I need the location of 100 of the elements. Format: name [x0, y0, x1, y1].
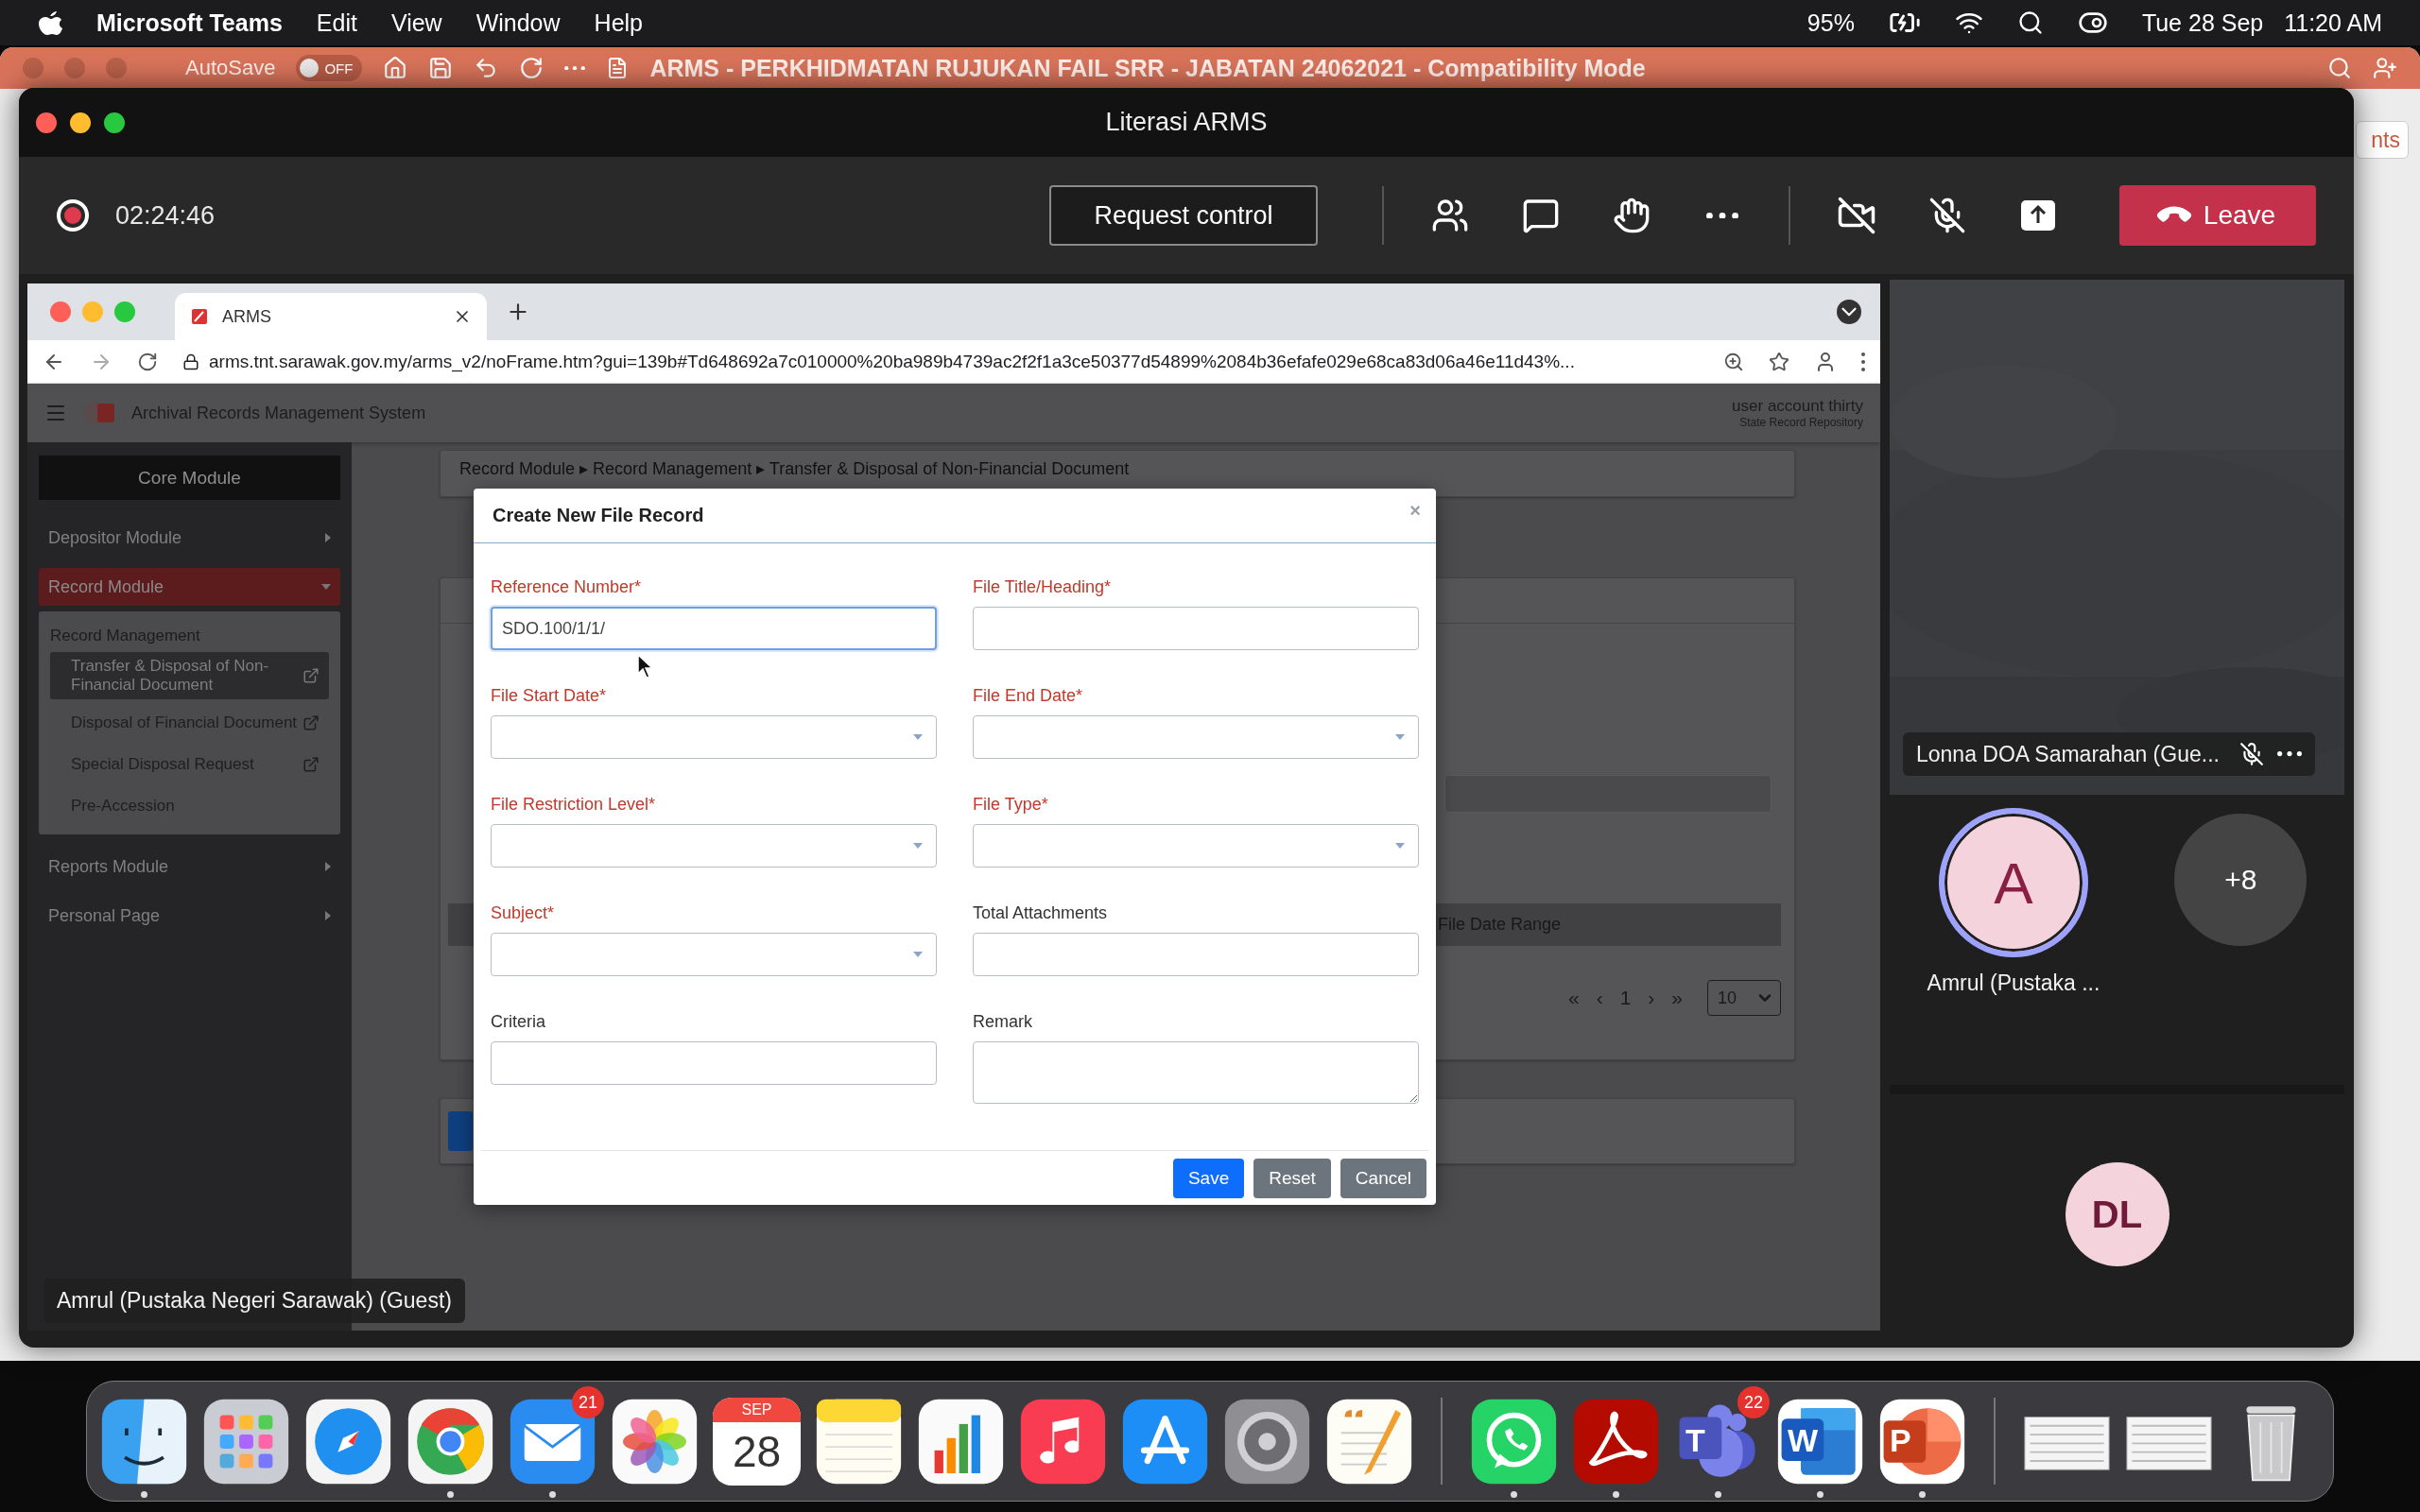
dropdown-field[interactable] [491, 933, 937, 976]
face-icon[interactable] [100, 1397, 188, 1486]
close-button[interactable] [36, 112, 57, 133]
calendar-icon[interactable]: SEP 28 [713, 1397, 801, 1486]
sidebar-item[interactable]: Personal Page [39, 891, 340, 940]
bar-chart-icon[interactable] [917, 1397, 1005, 1486]
caret-icon [913, 734, 923, 740]
home-icon [383, 56, 408, 80]
menu-time: 11:20 AM [2284, 9, 2382, 37]
menu-item[interactable]: Window [475, 9, 561, 37]
close-button[interactable]: × [1406, 500, 1425, 522]
field-label: File Type* [973, 795, 1049, 815]
minimize-button[interactable] [70, 112, 91, 133]
compass-icon[interactable] [304, 1397, 392, 1486]
bookmark-icon [1769, 351, 1789, 372]
flower-icon[interactable] [611, 1397, 699, 1486]
sidebar-item[interactable]: Record Module [39, 568, 340, 606]
field-label: Reference Number* [491, 577, 643, 597]
music-note-icon[interactable] [1019, 1397, 1107, 1486]
participant-name: Amrul (Pustaka ... [1927, 971, 2100, 996]
request-control-button[interactable]: Request control [1049, 185, 1318, 246]
calendar-day: 28 [732, 1425, 782, 1477]
leave-button[interactable]: Leave [2119, 185, 2316, 246]
browser-icon[interactable] [406, 1397, 494, 1486]
sidebar-item[interactable]: Reports Module [39, 842, 340, 891]
pdf-icon[interactable] [1572, 1397, 1660, 1486]
cancel-button[interactable]: Cancel [1340, 1158, 1426, 1198]
zoom-button[interactable] [104, 112, 125, 133]
field-label: File Title/Heading* [973, 577, 1113, 597]
document-icon[interactable]: W [1776, 1397, 1864, 1486]
textarea-field[interactable] [973, 1041, 1419, 1104]
participant-name: Lonna DOA Samarahan (Gue... [1916, 741, 2221, 767]
autosave-toggle[interactable]: OFF [296, 55, 363, 81]
lock-icon [182, 352, 199, 370]
participant-avatar[interactable]: DL [2065, 1162, 2169, 1266]
field-label: Remark [973, 1012, 1033, 1032]
chat-phone-icon[interactable] [1470, 1397, 1558, 1486]
text-field[interactable] [973, 607, 1419, 650]
caret-icon [913, 843, 923, 849]
battery-percent: 95% [1806, 9, 1855, 37]
more-participants[interactable]: +8 [2174, 814, 2308, 946]
app-menu[interactable]: Microsoft Teams [96, 9, 283, 37]
caret-icon [1395, 843, 1405, 849]
notification-badge: 21 [572, 1386, 604, 1418]
notepad-icon[interactable] [815, 1397, 903, 1486]
envelope-icon[interactable] [509, 1397, 596, 1486]
field-label: Criteria [491, 1012, 546, 1032]
more-icon[interactable] [2277, 751, 2302, 757]
menu-item[interactable]: Help [594, 9, 643, 37]
calendar-month: SEP [713, 1397, 801, 1422]
dropdown-field[interactable] [491, 715, 937, 759]
tab-search-icon [1837, 300, 1861, 324]
reset-button[interactable]: Reset [1253, 1158, 1331, 1198]
caret-icon [1395, 734, 1405, 740]
field-label: File Restriction Level* [491, 795, 657, 815]
menu-item[interactable]: Edit [316, 9, 357, 37]
caret-icon [913, 952, 923, 957]
redo-icon [519, 56, 544, 80]
sidebar-item[interactable]: Depositor Module [39, 513, 340, 562]
save-button[interactable]: Save [1172, 1158, 1245, 1198]
pen-and-paper-icon[interactable] [1325, 1397, 1413, 1486]
text-field[interactable]: SDO.100/1/1/ [491, 607, 937, 650]
pagination-control[interactable]: » [1669, 987, 1685, 1009]
save-icon [428, 56, 454, 80]
share-icon [2373, 56, 2397, 80]
dialog-title: Create New File Record [493, 505, 704, 526]
text-field[interactable] [491, 1041, 937, 1085]
favicon-icon [190, 307, 209, 326]
field-label: Total Attachments [973, 903, 1109, 923]
pagination-control[interactable]: › [1646, 987, 1657, 1009]
notification-badge: 22 [1737, 1386, 1770, 1418]
dropdown-field[interactable] [973, 824, 1419, 868]
more-icon[interactable] [1706, 212, 1738, 219]
menu-date: Tue 28 Sep [2141, 9, 2264, 37]
text-field[interactable] [973, 933, 1419, 976]
menu-item[interactable]: View [390, 9, 442, 37]
apple-logo-icon[interactable] [38, 9, 62, 37]
field-label: File Start Date* [491, 686, 608, 706]
search-icon [2016, 9, 2044, 36]
field-label: File End Date* [973, 686, 1084, 706]
call-duration: 02:24:46 [115, 200, 216, 231]
pagination-control[interactable]: « [1565, 987, 1582, 1009]
autosave-label: AutoSave [185, 56, 276, 80]
pagination-control[interactable]: ‹ [1594, 987, 1605, 1009]
zoom-icon [1723, 351, 1744, 372]
app-grid-icon[interactable] [202, 1397, 290, 1486]
breadcrumb: Record Module ▸ Record Management ▸ Transfer & Disposal of Non-Financial Document [458, 458, 1131, 480]
presenter-label: Amrul (Pustaka Negeri Sarawak) (Guest) [43, 1279, 465, 1323]
menu-icon[interactable] [1861, 352, 1865, 371]
search-icon [2327, 56, 2352, 80]
submenu-item[interactable]: Transfer & Disposal of Non-Financial Document [50, 652, 329, 699]
ribbon-button[interactable]: nts [2356, 121, 2409, 159]
pagination-control[interactable]: 1 [1617, 987, 1634, 1009]
browser-tab[interactable]: ARMS [175, 293, 487, 340]
dropdown-field[interactable] [973, 715, 1419, 759]
slides-icon[interactable]: P [1878, 1397, 1966, 1486]
participant-avatar[interactable]: A [1938, 808, 2088, 957]
sidebar-header: Core Module [39, 455, 340, 500]
app-store-icon[interactable] [1121, 1397, 1209, 1486]
dropdown-field[interactable] [491, 824, 937, 868]
